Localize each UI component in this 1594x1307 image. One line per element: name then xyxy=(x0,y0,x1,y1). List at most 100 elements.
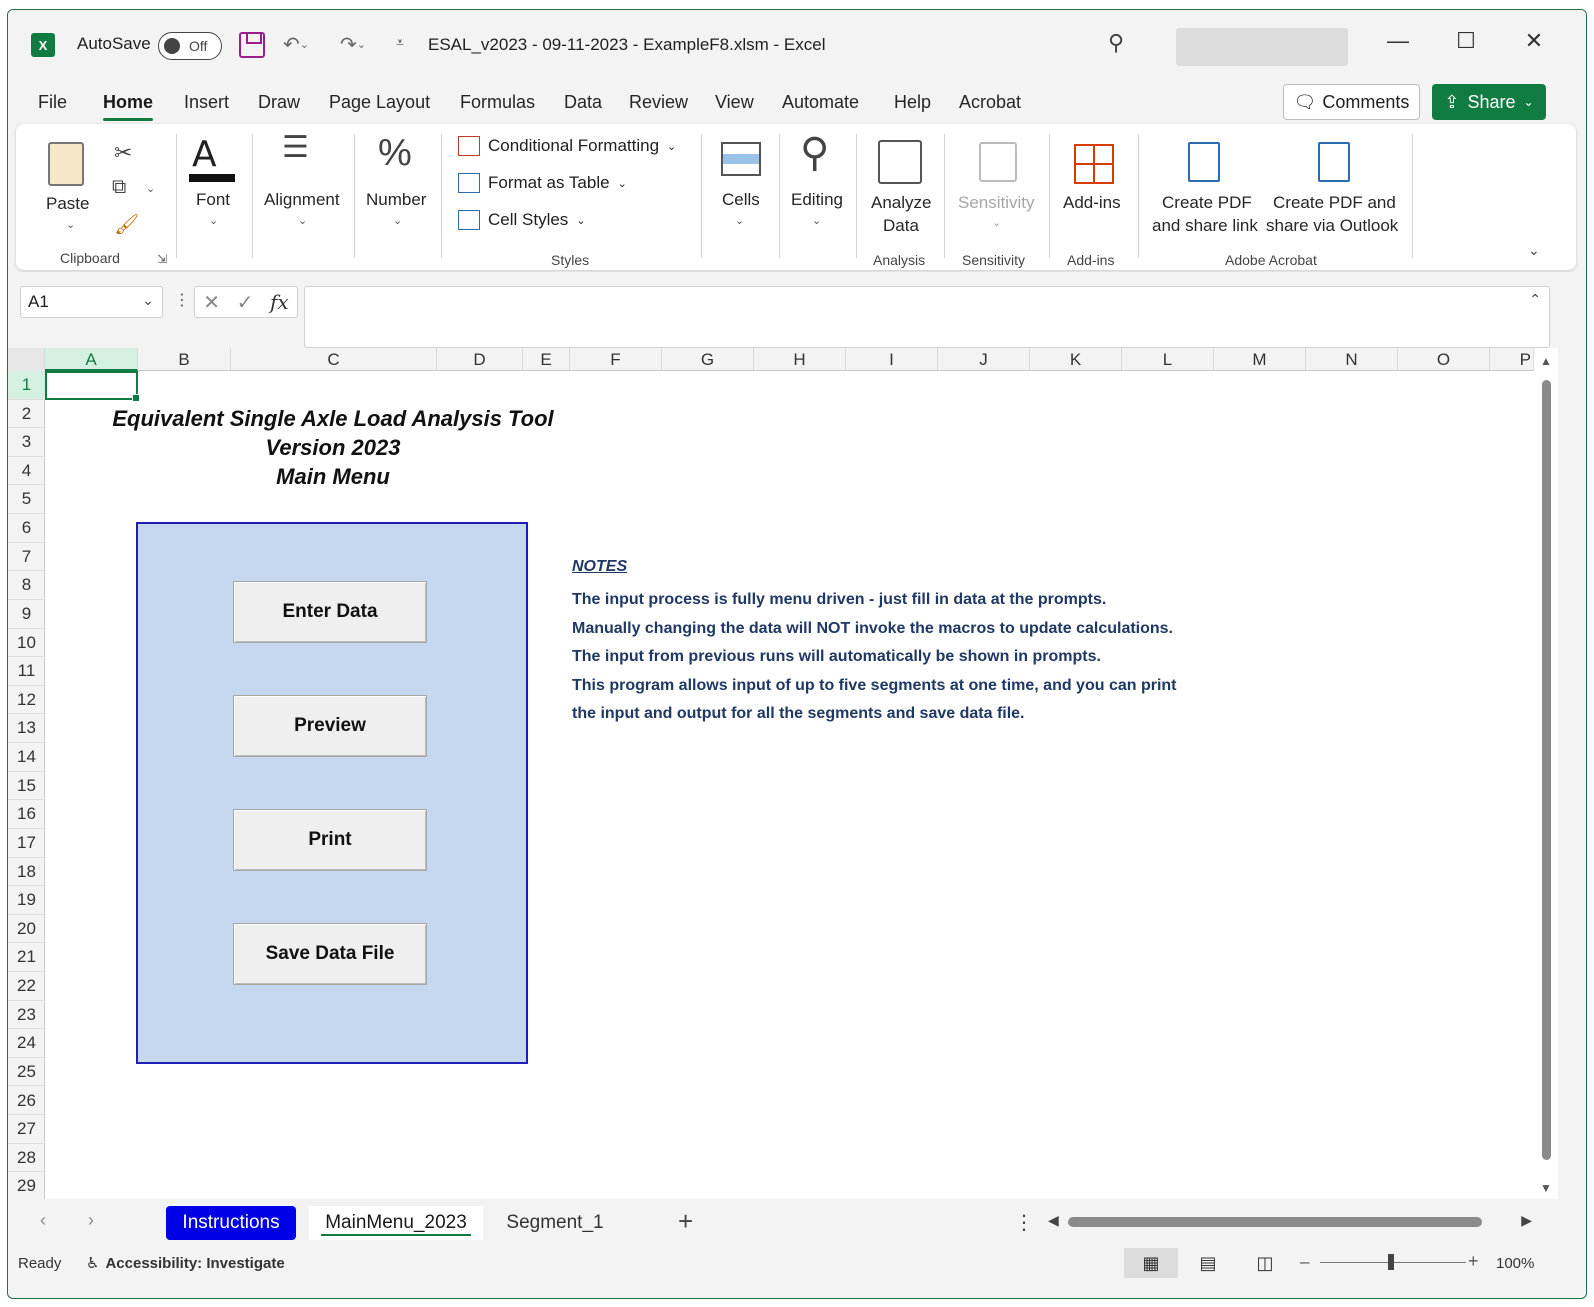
column-header[interactable]: G xyxy=(662,348,754,371)
add-sheet-icon[interactable]: + xyxy=(678,1206,693,1237)
next-sheet-icon[interactable]: › xyxy=(88,1210,94,1231)
format-as-table-button[interactable]: Format as Table ⌄ xyxy=(458,173,627,193)
row-header[interactable]: 27 xyxy=(8,1115,45,1144)
scroll-thumb[interactable] xyxy=(1068,1217,1482,1227)
row-header[interactable]: 24 xyxy=(8,1029,45,1058)
row-header[interactable]: 3 xyxy=(8,428,45,457)
enter-data-button[interactable]: Enter Data xyxy=(233,581,427,643)
tab-draw[interactable]: Draw xyxy=(258,92,300,113)
conditional-formatting-button[interactable]: Conditional Formatting ⌄ xyxy=(458,136,676,156)
column-header[interactable]: I xyxy=(846,348,938,371)
column-header[interactable]: D xyxy=(437,348,523,371)
selected-cell[interactable] xyxy=(45,371,140,402)
magnifier-icon[interactable]: ⚲ xyxy=(800,130,829,176)
close-icon[interactable]: ✕ xyxy=(1514,28,1554,54)
collapse-ribbon-icon[interactable]: ⌄ xyxy=(1528,242,1540,259)
row-header[interactable]: 1 xyxy=(8,371,45,400)
redo-icon[interactable]: ↷ ⌄ xyxy=(340,32,366,57)
share-outlook-label[interactable]: share via Outlook xyxy=(1266,216,1398,236)
row-header[interactable]: 9 xyxy=(8,600,45,629)
tab-formulas[interactable]: Formulas xyxy=(460,92,535,113)
cells-label[interactable]: Cells xyxy=(722,190,760,210)
autosave-toggle[interactable]: Off xyxy=(158,32,222,60)
chevron-down-icon[interactable]: ⌄ xyxy=(393,214,402,227)
row-header[interactable]: 16 xyxy=(8,800,45,829)
cells-icon[interactable] xyxy=(721,142,761,176)
tab-file[interactable]: File xyxy=(38,92,67,113)
alignment-icon[interactable]: ☰ xyxy=(282,133,309,163)
column-header[interactable]: E xyxy=(523,348,570,371)
cell-styles-button[interactable]: Cell Styles ⌄ xyxy=(458,210,586,230)
chevron-down-icon[interactable]: ⌄ xyxy=(66,218,75,231)
save-data-file-button[interactable]: Save Data File xyxy=(233,923,427,985)
horizontal-scrollbar[interactable]: ◀ ▶ xyxy=(1048,1212,1532,1232)
column-header[interactable]: H xyxy=(754,348,846,371)
chevron-up-icon[interactable]: ⌃ xyxy=(1529,291,1541,308)
chevron-down-icon[interactable]: ⌄ xyxy=(142,292,154,309)
preview-button[interactable]: Preview xyxy=(233,695,427,757)
save-icon[interactable] xyxy=(239,32,265,58)
zoom-in-icon[interactable]: + xyxy=(1468,1251,1479,1272)
chevron-down-icon[interactable]: ⌄ xyxy=(146,182,155,195)
row-header[interactable]: 26 xyxy=(8,1087,45,1116)
pdf-outlook-icon[interactable] xyxy=(1318,142,1350,182)
analyze-data-icon[interactable] xyxy=(878,140,922,184)
row-header[interactable]: 2 xyxy=(8,400,45,429)
column-header[interactable]: O xyxy=(1398,348,1490,371)
share-link-label[interactable]: and share link xyxy=(1152,216,1258,236)
tab-data[interactable]: Data xyxy=(564,92,602,113)
font-icon[interactable]: A xyxy=(192,134,217,175)
tab-review[interactable]: Review xyxy=(629,92,688,113)
column-header[interactable]: A xyxy=(45,348,138,371)
accessibility-status[interactable]: ♿ Accessibility: Investigate xyxy=(86,1254,285,1273)
minimize-icon[interactable]: — xyxy=(1378,28,1418,54)
row-header[interactable]: 7 xyxy=(8,543,45,572)
more-options-icon[interactable]: ⋮ xyxy=(1014,1210,1034,1235)
insert-function-icon[interactable]: fx xyxy=(270,290,289,314)
row-header[interactable]: 17 xyxy=(8,829,45,858)
percent-icon[interactable]: % xyxy=(378,132,412,175)
dialog-launcher-icon[interactable]: ⇲ xyxy=(157,252,167,266)
add-ins-label[interactable]: Add-ins xyxy=(1063,193,1121,213)
zoom-level[interactable]: 100% xyxy=(1496,1255,1534,1272)
row-header[interactable]: 28 xyxy=(8,1144,45,1173)
scroll-up-icon[interactable]: ▲ xyxy=(1540,354,1552,368)
column-header[interactable]: J xyxy=(938,348,1030,371)
create-pdf-and-label[interactable]: Create PDF and xyxy=(1273,193,1396,213)
sheet-tab-instructions[interactable]: Instructions xyxy=(166,1206,296,1240)
paste-label[interactable]: Paste xyxy=(46,194,89,214)
font-label[interactable]: Font xyxy=(196,190,230,210)
comments-button[interactable]: 🗨 Comments xyxy=(1283,84,1420,120)
row-header[interactable]: 22 xyxy=(8,972,45,1001)
column-header[interactable]: P xyxy=(1490,348,1534,371)
normal-view-icon[interactable]: ▦ xyxy=(1124,1248,1178,1278)
scroll-left-icon[interactable]: ◀ xyxy=(1048,1212,1059,1229)
cancel-icon[interactable]: ✕ xyxy=(203,290,220,315)
tab-automate[interactable]: Automate xyxy=(782,92,859,113)
tab-home[interactable]: Home xyxy=(103,92,154,121)
worksheet-grid[interactable]: A B C D E F G H I J K L M N O P 12345678… xyxy=(8,348,1534,1199)
tab-insert[interactable]: Insert xyxy=(184,92,229,113)
row-header[interactable]: 10 xyxy=(8,629,45,658)
scroll-down-icon[interactable]: ▼ xyxy=(1540,1181,1552,1195)
format-painter-icon[interactable]: 🖌 xyxy=(114,212,139,237)
tab-help[interactable]: Help xyxy=(894,92,931,113)
zoom-out-icon[interactable]: – xyxy=(1300,1252,1309,1272)
enter-icon[interactable]: ✓ xyxy=(237,290,254,315)
scroll-thumb[interactable] xyxy=(1542,380,1551,1160)
maximize-icon[interactable]: ☐ xyxy=(1446,28,1486,54)
row-header[interactable]: 11 xyxy=(8,657,45,686)
row-header[interactable]: 6 xyxy=(8,514,45,543)
prev-sheet-icon[interactable]: ‹ xyxy=(40,1210,46,1231)
analyze-data-label[interactable]: Data xyxy=(883,216,919,236)
name-box[interactable]: A1 ⌄ xyxy=(20,286,163,318)
row-header[interactable]: 14 xyxy=(8,743,45,772)
print-button[interactable]: Print xyxy=(233,809,427,871)
vertical-scrollbar[interactable]: ▲ ▼ xyxy=(1534,348,1558,1199)
more-icon[interactable]: ⋮ xyxy=(174,290,190,310)
row-header[interactable]: 19 xyxy=(8,886,45,915)
column-header[interactable]: B xyxy=(138,348,231,371)
row-header[interactable]: 25 xyxy=(8,1058,45,1087)
zoom-slider-thumb[interactable] xyxy=(1388,1254,1394,1270)
row-header[interactable]: 15 xyxy=(8,772,45,801)
